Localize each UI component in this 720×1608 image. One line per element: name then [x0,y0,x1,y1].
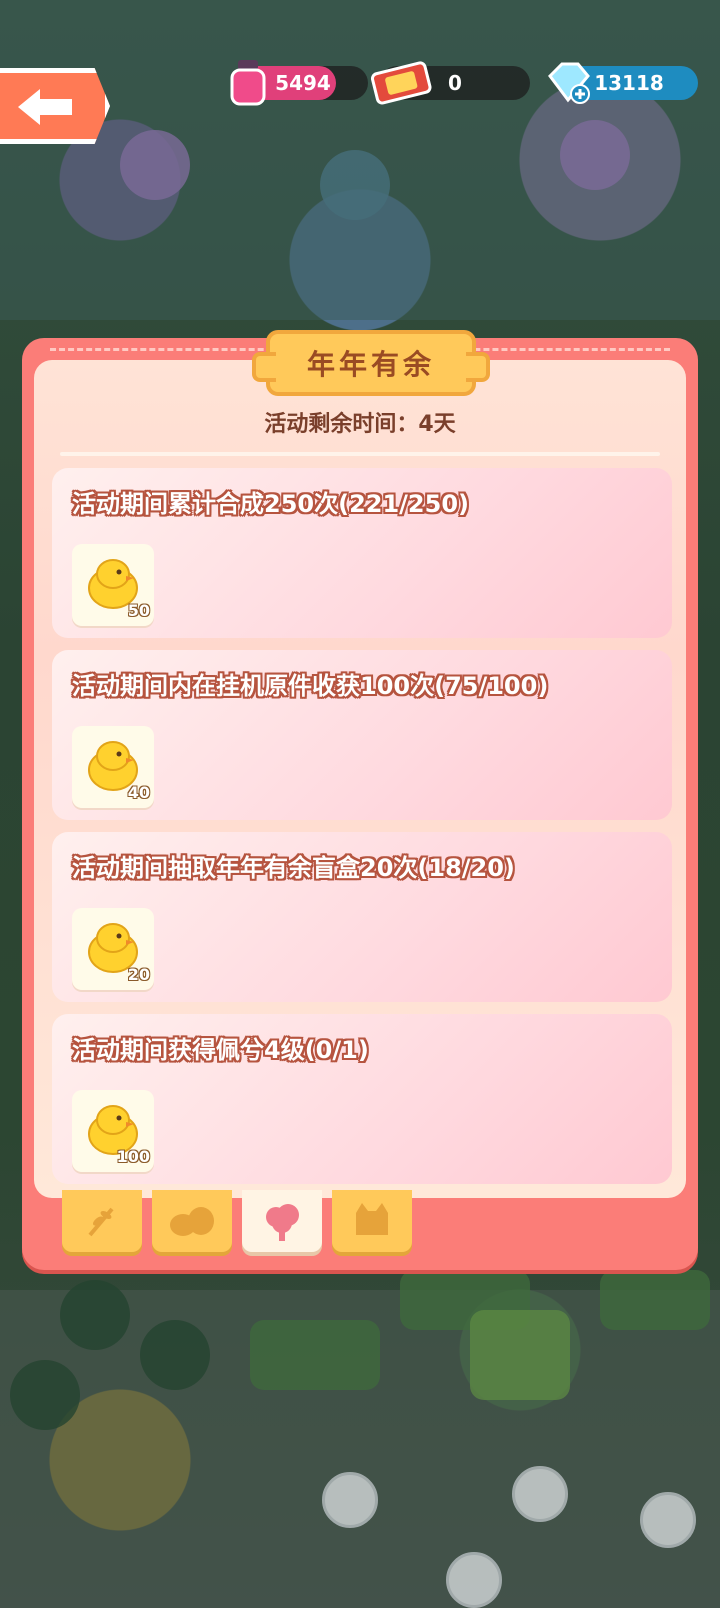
stones-icon [170,1207,214,1236]
task-card: 活动期间累计合成250次(221/250) 50 [52,468,672,638]
harvest-bubble [512,1466,568,1522]
back-button[interactable] [0,68,110,144]
task-description: 活动期间抽取年年有余盲盒20次(18/20) [72,854,515,882]
ticket-value: 0 [448,71,462,95]
tab-stones[interactable] [152,1190,232,1252]
gem-value: 13118 [594,71,664,95]
harvest-bubble [640,1492,696,1548]
reward-quantity: 50 [127,601,150,620]
back-arrow-icon [18,89,72,125]
branch-icon [88,1207,114,1237]
tab-cat[interactable] [332,1190,412,1252]
task-description: 活动期间累计合成250次(221/250) [72,490,469,518]
ink-resource: 5494 [230,60,368,106]
title-plate: 年年有余 [252,330,490,396]
task-card: 活动期间抽取年年有余盲盒20次(18/20) 20 [52,832,672,1002]
reward-slot[interactable]: 50 [72,544,154,626]
task-card: 活动期间获得佩兮4级(0/1) 100 [52,1014,672,1184]
harvest-bubble [322,1472,378,1528]
ink-value: 5494 [275,71,331,95]
panel-title: 年年有余 [306,348,435,381]
ink-bottle-icon [230,60,266,106]
reward-slot[interactable]: 100 [72,1090,154,1172]
ticket-icon [370,61,432,105]
tab-tree[interactable] [242,1190,322,1252]
gem-resource[interactable]: 13118 [548,62,698,104]
cat-icon [356,1203,388,1235]
tree-icon [266,1204,299,1241]
reward-slot[interactable]: 40 [72,726,154,808]
reward-quantity: 20 [127,965,150,984]
reward-quantity: 40 [127,783,150,802]
event-timer: 活动剩余时间：4天 [264,412,456,437]
panel-inner: 年年有余 活动剩余时间：4天 活动期间累计合成250次(221/250) 50 … [34,330,686,1198]
divider [60,452,660,456]
task-description: 活动期间获得佩兮4级(0/1) [72,1036,369,1064]
reward-slot[interactable]: 20 [72,908,154,990]
event-panel: 年年有余 活动剩余时间：4天 活动期间累计合成250次(221/250) 50 … [22,330,698,1270]
task-description: 活动期间内在挂机原件收获100次(75/100) [72,672,549,700]
ticket-resource: 0 [370,61,530,105]
tab-branch[interactable] [62,1190,142,1252]
task-card: 活动期间内在挂机原件收获100次(75/100) 40 [52,650,672,820]
gem-plus-icon[interactable] [544,56,592,108]
harvest-bubble [446,1552,502,1608]
reward-quantity: 100 [116,1147,150,1166]
